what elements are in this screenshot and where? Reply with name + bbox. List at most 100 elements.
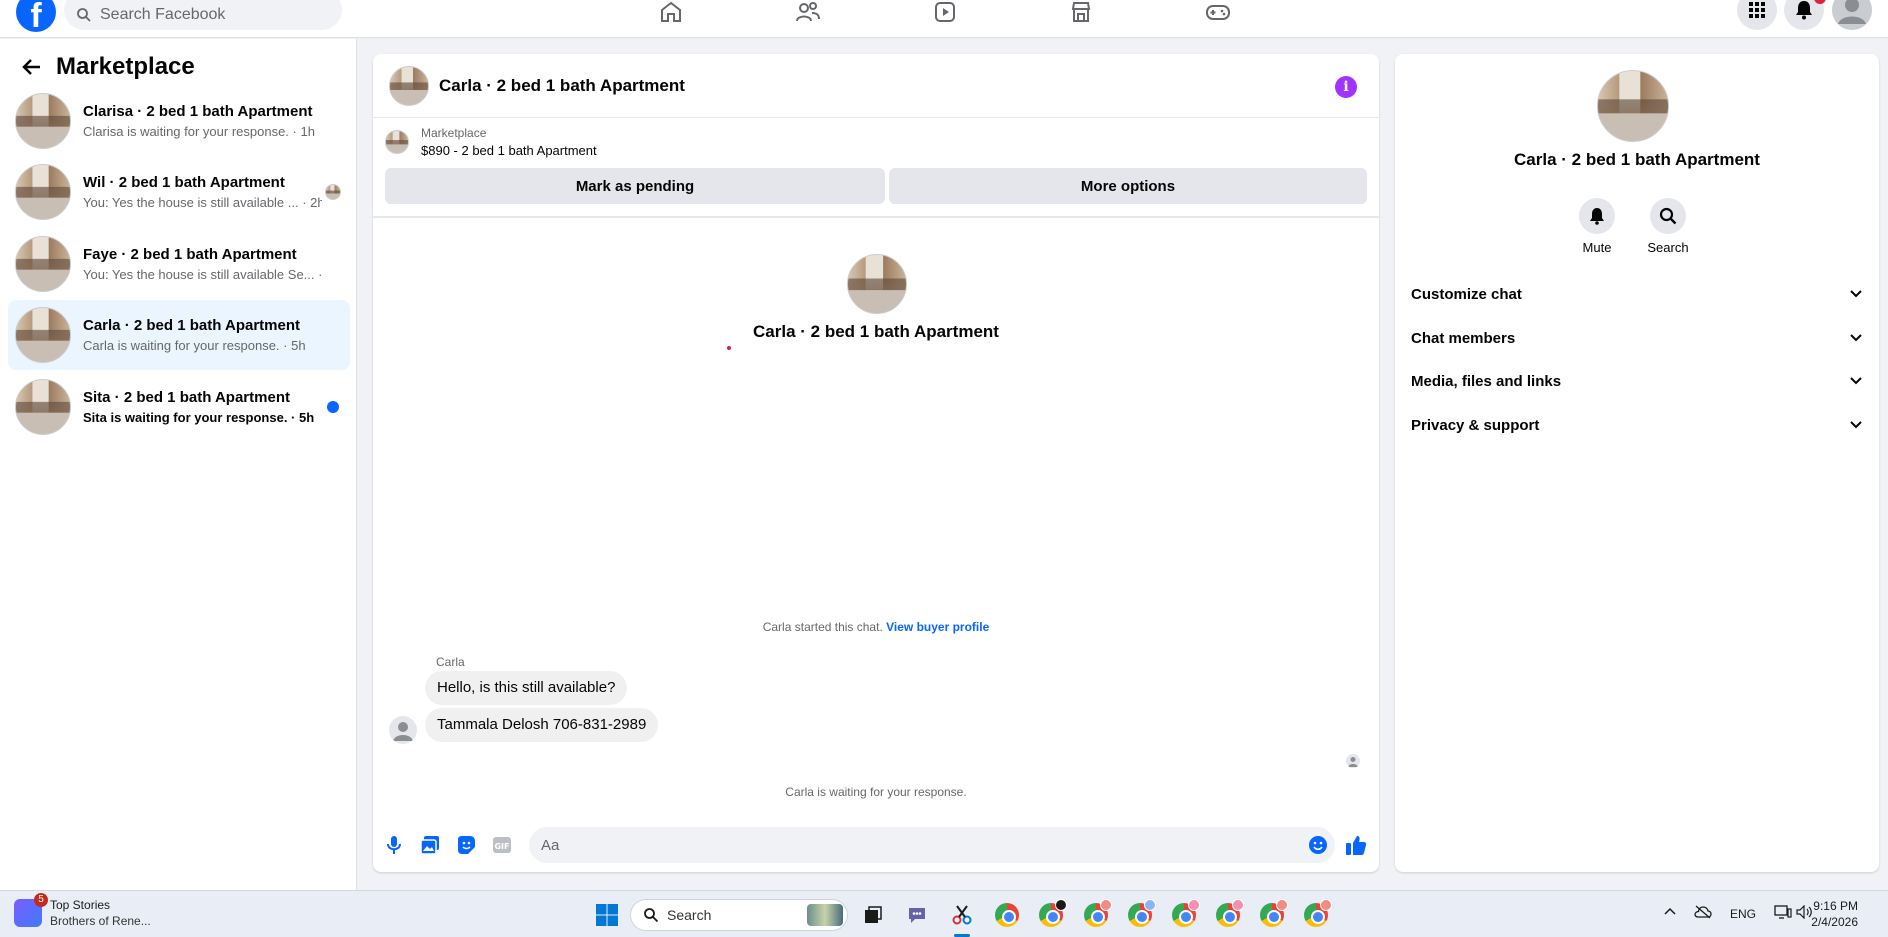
search-placeholder: Search Facebook: [100, 6, 226, 23]
conversation-preview: Clarisa is waiting for your response. · …: [83, 124, 315, 139]
listing-avatar: [15, 164, 71, 220]
mute-button[interactable]: Mute: [1567, 198, 1627, 255]
facebook-search-input[interactable]: Search Facebook: [64, 0, 342, 30]
chat-avatar[interactable]: [389, 65, 429, 106]
volume-icon[interactable]: [1796, 904, 1812, 922]
view-buyer-profile-link[interactable]: View buyer profile: [886, 620, 989, 634]
conversation-preview: You: Yes the house is still available ..…: [83, 195, 322, 210]
listing-thumbnail: [385, 130, 409, 154]
news-widget-icon: 5: [14, 893, 48, 927]
chrome-profile-icon[interactable]: [1303, 899, 1332, 928]
cloud-offline-icon[interactable]: [1694, 905, 1712, 922]
message-input[interactable]: [529, 827, 1335, 863]
media-files-links-section[interactable]: Media, files and links: [1411, 361, 1863, 401]
seen-avatar: [325, 184, 341, 200]
details-avatar[interactable]: [1597, 70, 1669, 142]
read-receipt-avatar: [1346, 754, 1360, 768]
listing-avatar: [15, 379, 71, 435]
chrome-icon[interactable]: [994, 902, 1020, 928]
section-label: Privacy & support: [1411, 416, 1540, 434]
menu-grid-icon[interactable]: [1737, 0, 1777, 30]
marketplace-listing-bar: Marketplace $890 - 2 bed 1 bath Apartmen…: [373, 118, 1379, 218]
chevron-down-icon: [1850, 334, 1862, 342]
conversation-title: Wil · 2 bed 1 bath Apartment: [83, 174, 285, 191]
taskbar-search-label: Search: [667, 907, 712, 923]
section-label: Chat members: [1411, 329, 1516, 347]
search-icon: [1650, 198, 1686, 234]
windows-taskbar: 5 Top Stories Brothers of Rene... Search…: [0, 890, 1888, 937]
section-label: Media, files and links: [1411, 372, 1562, 390]
facebook-logo[interactable]: f: [16, 0, 56, 32]
input-language[interactable]: ENG: [1730, 907, 1756, 921]
conversation-item-sita[interactable]: Sita · 2 bed 1 bath Apartment Sita is wa…: [8, 372, 350, 442]
taskbar-search[interactable]: Search: [630, 899, 848, 931]
windows-start-icon[interactable]: [594, 902, 620, 928]
chat-profile-avatar[interactable]: [847, 254, 907, 314]
marketplace-icon[interactable]: [1067, 0, 1095, 24]
listing-avatar: [15, 93, 71, 149]
chrome-profile-icon[interactable]: [1171, 899, 1200, 928]
search-icon: [644, 908, 659, 923]
conversation-title: Clarisa · 2 bed 1 bath Apartment: [83, 103, 313, 120]
gif-icon[interactable]: GIF: [491, 834, 513, 856]
chrome-profile-icon[interactable]: [1127, 899, 1156, 928]
chat-members-section[interactable]: Chat members: [1411, 318, 1863, 358]
like-thumb-icon[interactable]: [1345, 834, 1367, 856]
conversation-item-wil[interactable]: Wil · 2 bed 1 bath Apartment You: Yes th…: [8, 157, 350, 227]
message-bubble[interactable]: Tammala Delosh 706-831-2989: [425, 708, 659, 742]
chat-title[interactable]: Carla · 2 bed 1 bath Apartment: [439, 76, 685, 96]
chrome-profile-icon[interactable]: [1083, 899, 1112, 928]
video-icon[interactable]: [931, 0, 959, 24]
snipping-tool-icon[interactable]: [949, 902, 975, 937]
task-view-icon[interactable]: [860, 902, 886, 928]
listing-avatar: [15, 236, 71, 292]
microphone-icon[interactable]: [383, 834, 405, 856]
bell-icon: [1579, 198, 1615, 234]
conversation-sidebar: Marketplace Clarisa · 2 bed 1 bath Apart…: [0, 39, 357, 890]
friends-icon[interactable]: [794, 0, 822, 24]
more-options-button[interactable]: More options: [889, 168, 1367, 204]
conversation-item-clarisa[interactable]: Clarisa · 2 bed 1 bath Apartment Clarisa…: [8, 86, 350, 156]
sender-avatar[interactable]: [389, 716, 417, 744]
chevron-down-icon: [1850, 377, 1862, 385]
sticker-icon[interactable]: [455, 834, 477, 856]
chrome-profile-icon[interactable]: [1259, 899, 1288, 928]
chevron-down-icon: [1850, 421, 1862, 429]
conversation-title: Sita · 2 bed 1 bath Apartment: [83, 389, 290, 406]
sender-name: Carla: [436, 655, 465, 669]
account-avatar[interactable]: [1832, 0, 1872, 30]
emoji-icon[interactable]: [1307, 834, 1329, 856]
teams-chat-icon[interactable]: [904, 902, 930, 928]
back-arrow-icon[interactable]: [20, 55, 44, 79]
customize-chat-section[interactable]: Customize chat: [1411, 274, 1863, 314]
news-title: Top Stories: [50, 898, 111, 912]
gaming-icon[interactable]: [1204, 0, 1232, 24]
conversation-item-carla[interactable]: Carla · 2 bed 1 bath Apartment Carla is …: [8, 300, 350, 370]
waiting-notice: Carla is waiting for your response.: [785, 785, 967, 799]
listing-price-title: $890 - 2 bed 1 bath Apartment: [421, 143, 597, 158]
page-title: Marketplace: [56, 53, 195, 80]
unread-dot: [327, 401, 339, 413]
conversation-preview: Carla is waiting for your response. · 5h: [83, 338, 306, 353]
system-clock[interactable]: 9:16 PM 2/4/2026: [1811, 898, 1858, 930]
info-icon[interactable]: i: [1335, 76, 1357, 98]
home-icon[interactable]: [657, 0, 685, 24]
search-in-chat-button[interactable]: Search: [1638, 198, 1698, 255]
chat-started-text: Carla started this chat.: [762, 620, 883, 634]
privacy-support-section[interactable]: Privacy & support: [1411, 405, 1863, 445]
marketplace-label: Marketplace: [421, 126, 487, 140]
chrome-profile-icon[interactable]: [1038, 899, 1067, 928]
chrome-profile-icon[interactable]: [1215, 899, 1244, 928]
conversation-item-faye[interactable]: Faye · 2 bed 1 bath Apartment You: Yes t…: [8, 229, 350, 299]
network-icon[interactable]: [1774, 905, 1792, 922]
chevron-up-icon[interactable]: [1664, 905, 1676, 919]
clock-time: 9:16 PM: [1813, 899, 1858, 913]
message-bubble[interactable]: Hello, is this still available?: [425, 671, 628, 705]
notifications-bell-icon[interactable]: [1784, 0, 1826, 30]
listing-summary[interactable]: Marketplace $890 - 2 bed 1 bath Apartmen…: [385, 126, 597, 158]
mark-as-pending-button[interactable]: Mark as pending: [385, 168, 885, 204]
notification-badge: [1814, 0, 1826, 4]
news-widget[interactable]: 5 Top Stories Brothers of Rene...: [14, 893, 151, 928]
photo-icon[interactable]: [419, 834, 441, 856]
top-navigation-bar: f Search Facebook: [0, 0, 1888, 38]
